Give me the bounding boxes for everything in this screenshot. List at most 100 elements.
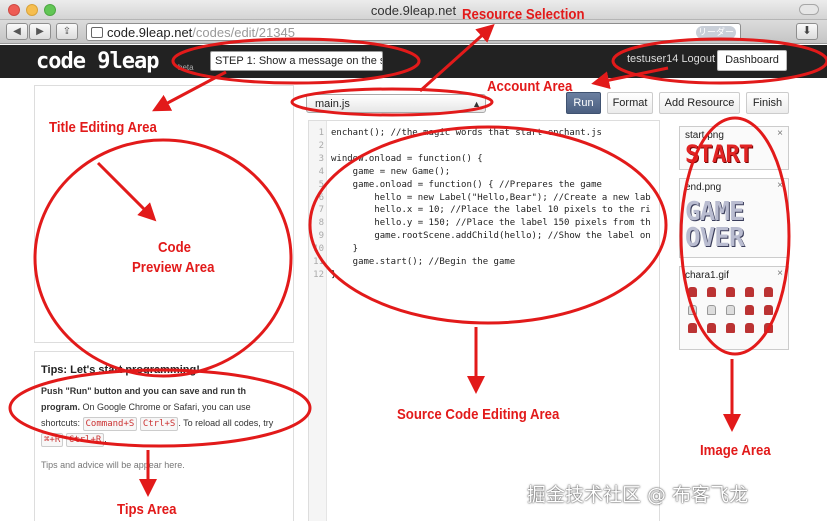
download-icon: ⬇ xyxy=(802,25,812,37)
kbd-ctrl-r: Ctrl+R xyxy=(65,433,105,447)
app-header: code 9leap beta STEP 1: Show a message o… xyxy=(0,45,827,78)
url-host: code.9leap.net xyxy=(107,25,193,40)
account-area-label: Account Area xyxy=(487,78,573,95)
line-number: 1 xyxy=(318,128,324,138)
watermark: 掘金技术社区 @ 布客飞龙 xyxy=(527,484,749,506)
source-code-editing-label: Source Code Editing Area xyxy=(397,406,560,423)
bear-sprite xyxy=(764,287,773,297)
url-text: code.9leap.net/codes/edit/21345 xyxy=(107,25,295,40)
line-number: 5 xyxy=(318,179,324,190)
bear-sprite xyxy=(745,323,754,333)
line-number: 11 xyxy=(313,257,324,267)
remove-image-icon[interactable]: × xyxy=(777,128,783,139)
share-icon: ⇪ xyxy=(62,26,72,37)
kbd-ctrl-s: Ctrl+S xyxy=(139,417,179,431)
bear-sprite xyxy=(707,323,716,333)
format-button[interactable]: Format xyxy=(607,92,653,114)
bear-sprite xyxy=(688,323,697,333)
source-code-editor[interactable]: 1 2 3 4 5 6 7 8 9 10 11 12 enchant(); //the magic w… xyxy=(308,120,660,521)
bear-sprite xyxy=(745,305,754,315)
image-name: end.png xyxy=(685,182,722,193)
tips-panel: Tips: Let's start programming! Push "Run… xyxy=(34,351,294,521)
username: testuser14 xyxy=(627,53,679,65)
screenshot: code.9leap.net ◀ ▶ ⇪ code.9leap.net/code… xyxy=(0,0,827,521)
code-line[interactable]: game.rootScene.addChild(hello); //Show t… xyxy=(331,231,650,241)
code-line[interactable]: game = new Game(); xyxy=(331,167,451,177)
bear-sprite xyxy=(745,287,754,297)
logout-link[interactable]: Logout xyxy=(681,53,715,65)
line-number: 10 xyxy=(313,244,324,255)
back-button[interactable]: ◀ xyxy=(6,23,28,40)
line-number: 6 xyxy=(318,192,324,203)
url-path: /codes/edit/21345 xyxy=(192,25,295,40)
tips-advice: Tips and advice will be appear here. xyxy=(41,460,185,470)
remove-image-icon[interactable]: × xyxy=(777,268,783,279)
image-card-chara[interactable]: chara1.gif × xyxy=(679,266,789,350)
line-number: 4 xyxy=(318,166,324,177)
forward-button[interactable]: ▶ xyxy=(29,23,51,40)
line-number: 7 xyxy=(318,205,324,216)
line-number: 12 xyxy=(313,269,324,280)
tips-reload-text: . To reload all codes, try xyxy=(178,418,274,428)
resource-select-value: main.js xyxy=(315,98,350,110)
reader-button[interactable]: リーダー xyxy=(696,26,736,39)
dashboard-button[interactable]: Dashboard xyxy=(717,50,787,71)
bear-sprite xyxy=(707,305,716,315)
bear-sprite xyxy=(726,287,735,297)
code-line[interactable]: hello.y = 150; //Place the label 150 pix… xyxy=(331,218,650,228)
kbd-cmd-r: ⌘+R xyxy=(41,433,64,447)
title-input[interactable]: STEP 1: Show a message on the sc xyxy=(210,51,383,71)
line-number-gutter: 1 2 3 4 5 6 7 8 9 10 11 12 xyxy=(309,121,327,521)
resource-select[interactable]: main.js ▲ xyxy=(306,94,486,113)
image-card-start[interactable]: start.png × START xyxy=(679,126,789,170)
code-line[interactable]: hello = new Label("Hello,Bear"); //Creat… xyxy=(331,193,650,203)
line-number: 8 xyxy=(318,218,324,229)
code-preview-label-line2: Preview Area xyxy=(132,259,215,276)
image-area-label: Image Area xyxy=(700,442,771,459)
page-icon xyxy=(91,27,103,38)
select-arrows-icon: ▲ xyxy=(472,99,481,109)
code-line[interactable]: } xyxy=(331,270,336,280)
code9leap-logo[interactable]: code 9leap xyxy=(36,49,159,74)
downloads-button[interactable]: ⬇ xyxy=(796,23,818,40)
browser-toolbar: ◀ ▶ ⇪ code.9leap.net/codes/edit/21345 リー… xyxy=(0,20,827,44)
bear-sprite xyxy=(764,323,773,333)
line-number: 2 xyxy=(318,140,324,151)
finish-button[interactable]: Finish xyxy=(746,92,789,114)
forward-arrow-icon: ▶ xyxy=(36,26,44,37)
tips-heading: Tips: Let's start programming! xyxy=(41,364,200,376)
bear-sprite xyxy=(764,305,773,315)
code-line[interactable]: game.onload = function() { //Prepares th… xyxy=(331,180,602,190)
title-editing-area-label: Title Editing Area xyxy=(49,119,157,136)
line-number: 9 xyxy=(318,231,324,242)
bear-sprite xyxy=(707,287,716,297)
toolbar-toggle-button[interactable] xyxy=(799,4,819,15)
code-line[interactable]: } xyxy=(331,244,358,254)
line-number: 3 xyxy=(318,153,324,164)
tips-text: Push "Run" button and you can save and r… xyxy=(41,383,287,447)
image-name: chara1.gif xyxy=(685,270,729,281)
bear-sprite xyxy=(726,323,735,333)
code-line[interactable]: hello.x = 10; //Place the label 10 pixel… xyxy=(331,205,650,215)
image-card-end[interactable]: end.png × GAME OVER xyxy=(679,178,789,258)
code-preview-label-line1: Code xyxy=(158,239,191,256)
window-title: code.9leap.net xyxy=(370,3,457,18)
bear-sprite xyxy=(688,305,697,315)
add-resource-button[interactable]: Add Resource xyxy=(659,92,740,114)
back-arrow-icon: ◀ xyxy=(13,26,21,37)
bear-sprite xyxy=(726,305,735,315)
code-line[interactable]: game.start(); //Begin the game xyxy=(331,257,516,267)
tips-period: . xyxy=(104,434,107,444)
account-info: testuser14 Logout xyxy=(627,53,715,65)
address-bar[interactable]: code.9leap.net/codes/edit/21345 リーダー xyxy=(86,23,741,41)
remove-image-icon[interactable]: × xyxy=(777,180,783,191)
kbd-command-s: Command+S xyxy=(82,417,138,431)
resource-selection-label: Resource Selection xyxy=(462,6,585,23)
start-image: START xyxy=(685,140,753,168)
window-titlebar: code.9leap.net xyxy=(0,0,827,20)
game-over-image-line2: OVER xyxy=(685,223,745,253)
share-button[interactable]: ⇪ xyxy=(56,23,78,40)
code-line[interactable]: enchant(); //the magic words that start … xyxy=(331,128,602,138)
bear-sprite xyxy=(688,287,697,297)
code-line[interactable]: window.onload = function() { xyxy=(331,154,483,164)
